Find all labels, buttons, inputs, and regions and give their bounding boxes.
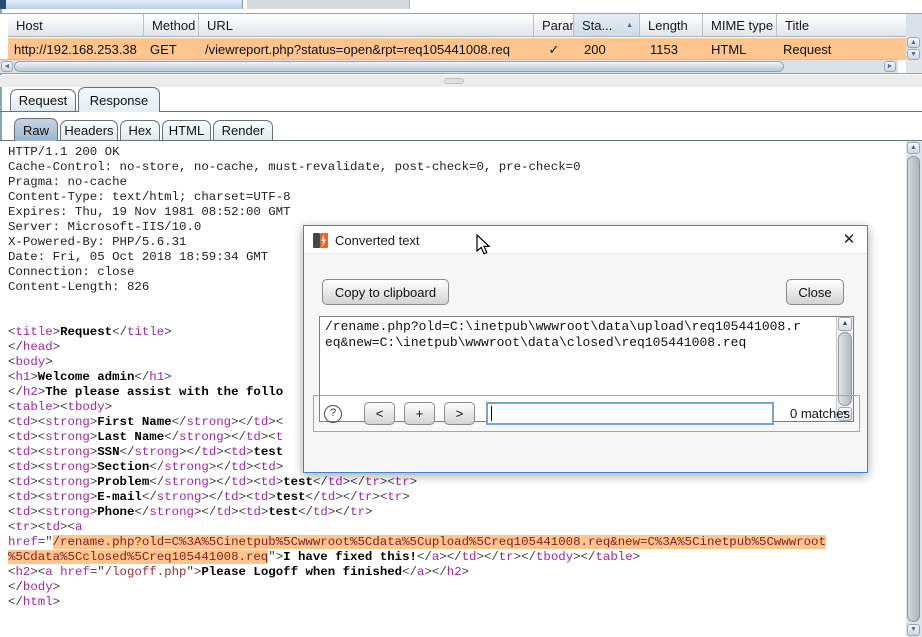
converted-text-dialog: Converted text ✕ Copy to clipboard Close… <box>303 225 868 473</box>
column-header-title[interactable]: Title <box>777 14 906 36</box>
previous-match-button[interactable]: < <box>364 402 395 425</box>
table-header-row: Host Method URL Params Sta... ▲ Length M… <box>8 14 906 37</box>
column-header-status[interactable]: Sta... ▲ <box>574 14 640 36</box>
response-line: HTTP/1.1 200 OK <box>8 145 906 160</box>
response-line: Pragma: no-cache <box>8 175 906 190</box>
add-button[interactable]: + <box>404 402 435 425</box>
column-header-length[interactable]: Length <box>640 14 703 36</box>
cell-method: GET <box>144 38 199 60</box>
proxy-history-table: Host Method URL Params Sta... ▲ Length M… <box>0 13 906 74</box>
search-panel: ? < + > 0 matches <box>313 395 860 432</box>
column-header-method[interactable]: Method <box>144 14 199 36</box>
tab-raw[interactable]: Raw <box>14 118 58 141</box>
tab-render[interactable]: Render <box>213 120 273 141</box>
cell-length: 1153 <box>640 38 703 60</box>
table-row[interactable]: http://192.168.253.38 GET /viewreport.ph… <box>8 38 906 60</box>
response-line: <td><strong>E-mail</strong></td><td>test… <box>8 490 906 505</box>
scrollbar-corner <box>906 60 922 74</box>
params-checkmark-icon: ✓ <box>534 38 574 60</box>
copy-to-clipboard-button[interactable]: Copy to clipboard <box>322 279 449 305</box>
response-line: %5Cdata%5Cclosed%5Creq105441008.req">I h… <box>8 550 906 565</box>
scroll-down-icon[interactable]: ▼ <box>907 624 920 636</box>
response-line: Content-Type: text/html; charset=UTF-8 <box>8 190 906 205</box>
cell-host: http://192.168.253.38 <box>8 38 144 60</box>
close-button[interactable]: Close <box>786 279 844 305</box>
response-vertical-scrollbar[interactable]: ▲ ▼ <box>906 141 922 637</box>
cell-mime-type: HTML <box>703 38 777 60</box>
response-scrollbar-thumb[interactable] <box>907 156 920 622</box>
scroll-left-icon[interactable]: ◄ <box>1 61 13 72</box>
response-line: </html> <box>8 595 906 610</box>
tab-html[interactable]: HTML <box>162 120 211 141</box>
response-line: Expires: Thu, 19 Nov 1981 08:52:00 GMT <box>8 205 906 220</box>
column-header-status-label: Sta... <box>582 18 612 33</box>
main-tab-selected-fragment[interactable] <box>6 0 243 9</box>
column-header-params[interactable]: Params <box>534 14 574 36</box>
tab-response[interactable]: Response <box>78 87 160 112</box>
converted-text-content: /rename.php?old=C:\inetpub\wwwroot\data\… <box>325 319 833 351</box>
column-header-url[interactable]: URL <box>199 14 534 36</box>
main-tab-fragment[interactable] <box>247 0 410 9</box>
column-header-host[interactable]: Host <box>8 14 144 36</box>
response-line: href="/rename.php?old=C%3A%5Cinetpub%5Cw… <box>8 535 906 550</box>
mouse-cursor <box>476 234 496 261</box>
response-line: <h2><a href="/logoff.php">Please Logoff … <box>8 565 906 580</box>
cell-status: 200 <box>574 38 640 60</box>
horizontal-scrollbar-thumb[interactable] <box>14 61 784 72</box>
close-icon[interactable]: ✕ <box>839 230 859 250</box>
match-count-label: 0 matches <box>790 406 850 421</box>
burp-app-icon <box>313 233 328 251</box>
response-view-tabs: Raw Headers Hex HTML Render <box>0 117 922 141</box>
scroll-right-icon[interactable]: ► <box>884 61 896 72</box>
cell-title: Request <box>777 38 906 60</box>
splitter-handle[interactable] <box>444 78 464 84</box>
burp-window: Host Method URL Params Sta... ▲ Length M… <box>0 0 922 637</box>
scroll-up-icon[interactable]: ▲ <box>838 317 852 331</box>
message-editor-tabs: Request Response <box>0 87 922 112</box>
sort-ascending-icon: ▲ <box>626 22 633 29</box>
tab-headers[interactable]: Headers <box>60 120 118 141</box>
column-header-mime-type[interactable]: MIME type <box>703 14 777 36</box>
response-line: Cache-Control: no-store, no-cache, must-… <box>8 160 906 175</box>
response-line: <td><strong>Problem</strong></td><td>tes… <box>8 475 906 490</box>
search-input-field[interactable] <box>488 404 772 423</box>
next-match-button[interactable]: > <box>444 402 475 425</box>
scroll-down-icon[interactable]: ▼ <box>907 49 920 60</box>
table-vertical-scrollbar[interactable]: ▲ ▼ <box>906 13 922 60</box>
horizontal-scrollbar[interactable]: ◄ ► <box>0 59 898 73</box>
response-line: </body> <box>8 580 906 595</box>
tab-underline <box>0 140 922 141</box>
cell-url: /viewreport.php?status=open&rpt=req10544… <box>199 38 534 60</box>
help-icon[interactable]: ? <box>324 405 342 423</box>
dialog-title-bar: Converted text ✕ <box>304 226 867 254</box>
text-caret <box>491 406 492 421</box>
scroll-up-icon[interactable]: ▲ <box>907 142 920 154</box>
tab-request[interactable]: Request <box>10 89 76 112</box>
search-input[interactable] <box>486 402 774 425</box>
scroll-up-icon[interactable]: ▲ <box>907 37 920 48</box>
response-line: <tr><td><a <box>8 520 906 535</box>
splitter <box>0 75 922 87</box>
response-line: <td><strong>Phone</strong></td><td>test<… <box>8 505 906 520</box>
tab-hex[interactable]: Hex <box>120 120 160 141</box>
dialog-title: Converted text <box>335 233 420 248</box>
